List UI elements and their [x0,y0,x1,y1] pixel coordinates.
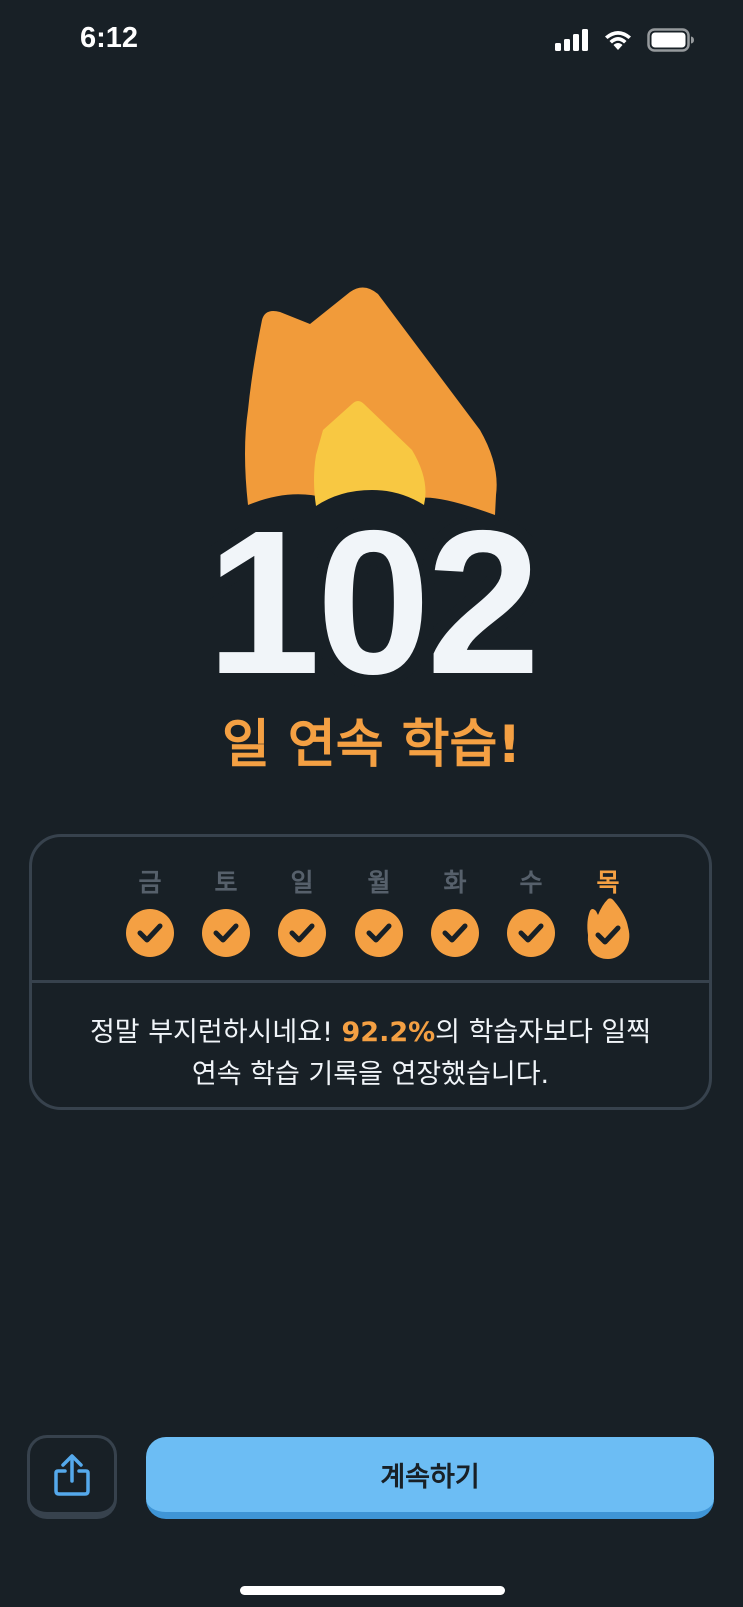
day-label: 월 [367,868,391,897]
day-friday: 금 [112,837,188,977]
card-divider [32,980,709,983]
cellular-signal-icon [555,29,588,51]
status-bar: 6:12 [0,0,743,90]
share-button[interactable] [27,1435,117,1519]
streak-count: 102 [193,487,553,718]
check-circle-icon [278,909,326,957]
day-wednesday: 수 [493,837,569,977]
percentile-value: 92.2% [341,1017,436,1048]
day-sunday: 일 [264,837,340,977]
wifi-icon [605,31,631,50]
message-line-1: 정말 부지런하시네요! 92.2%의 학습자보다 일찍 [89,1017,652,1048]
check-circle-icon [126,909,174,957]
check-circle-icon [355,909,403,957]
check-circle-icon [431,909,479,957]
day-label: 화 [443,868,467,897]
week-streak-card: 금 토 일 월 화 수 목 정말 부지런하시네요! 92.2%의 학습자보다 일… [29,834,712,1110]
continue-button[interactable]: 계속하기 [146,1437,714,1519]
share-icon [54,1454,90,1496]
status-time: 6:12 [80,22,139,54]
check-circle-icon [507,909,555,957]
streak-message: 정말 부지런하시네요! 92.2%의 학습자보다 일찍 연속 학습 기록을 연장… [32,1012,709,1096]
day-saturday: 토 [188,837,264,977]
streak-hero: 102 [0,280,743,718]
check-circle-icon [202,909,250,957]
streak-label: 일 연속 학습! [221,715,522,775]
day-thursday-today: 목 [570,837,646,977]
home-indicator[interactable] [240,1586,505,1595]
day-tuesday: 화 [417,837,493,977]
flame-check-icon [587,898,630,959]
status-icons [555,28,695,52]
day-label: 토 [214,868,238,897]
day-label-today: 목 [596,868,620,897]
message-line-2: 연속 학습 기록을 연장했습니다. [191,1059,550,1090]
day-monday: 월 [341,837,417,977]
day-label: 금 [138,868,162,897]
day-label: 수 [519,868,543,897]
battery-icon [647,28,694,52]
day-label: 일 [290,868,314,897]
